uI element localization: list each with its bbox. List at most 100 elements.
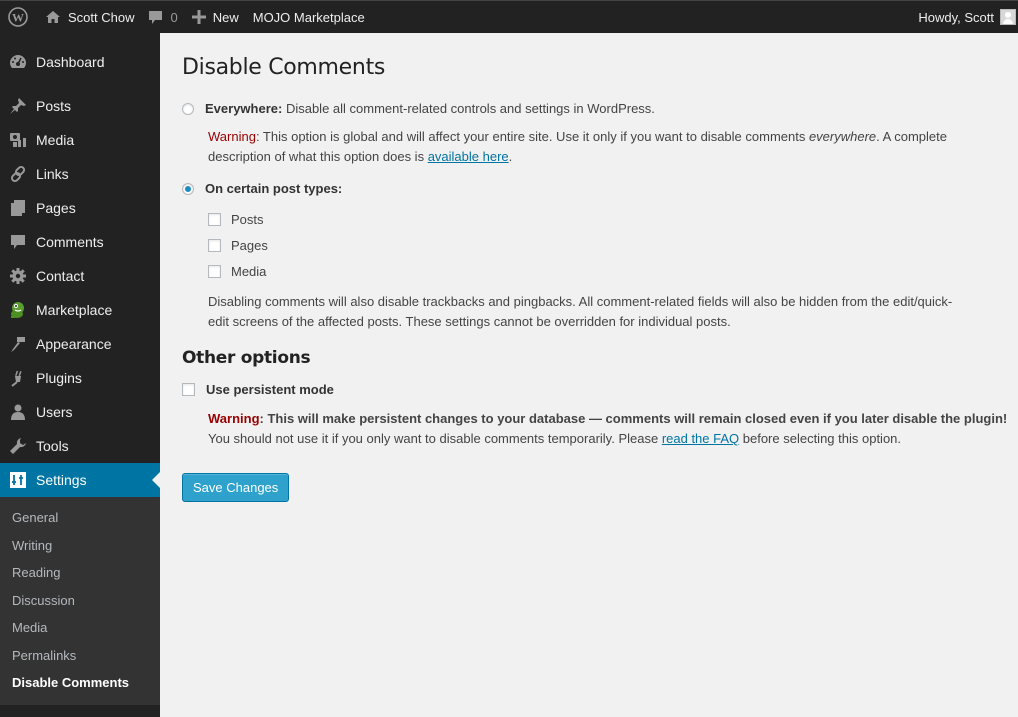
persistent-mode-label-text: Use persistent mode: [206, 382, 334, 397]
settings-icon: [0, 471, 36, 489]
media-checkbox[interactable]: [208, 264, 221, 278]
warning-bold-text: : This will make persistent changes to y…: [259, 411, 1008, 426]
site-name: Scott Chow: [68, 9, 135, 25]
pin-icon: [0, 97, 36, 115]
everywhere-label-text: Disable all comment-related controls and…: [282, 101, 655, 116]
mojo-marketplace-link[interactable]: MOJO Marketplace: [246, 1, 372, 33]
link-icon: [0, 165, 36, 183]
sidebar-item-label: Links: [36, 166, 69, 182]
comments-link[interactable]: 0: [141, 1, 184, 33]
wrench-icon: [0, 437, 36, 455]
sidebar-item-comments[interactable]: Comments: [0, 225, 160, 259]
everywhere-option: Everywhere: Disable all comment-related …: [182, 101, 1002, 116]
new-content-link[interactable]: New: [185, 1, 246, 33]
user-icon: [0, 403, 36, 421]
persistent-mode-checkbox[interactable]: [182, 383, 195, 396]
sidebar-item-marketplace[interactable]: Marketplace: [0, 293, 160, 327]
post-types-list: Posts Pages Media: [208, 206, 1002, 284]
sidebar-item-links[interactable]: Links: [0, 157, 160, 191]
admin-menu: Dashboard Posts Media Links Pages Commen…: [0, 45, 160, 497]
sidebar-item-label: Comments: [36, 234, 104, 250]
everywhere-warning: Warning: This option is global and will …: [208, 127, 1002, 167]
submenu-item-reading[interactable]: Reading: [0, 559, 160, 587]
sidebar-item-tools[interactable]: Tools: [0, 429, 160, 463]
sidebar-item-settings[interactable]: Settings: [0, 463, 160, 497]
certain-types-radio[interactable]: [182, 182, 194, 195]
other-options-heading: Other options: [182, 348, 311, 368]
svg-text:W: W: [12, 11, 24, 25]
comment-count: 0: [170, 9, 178, 25]
persistent-warning: Warning: This will make persistent chang…: [208, 409, 1008, 449]
plug-icon: [0, 369, 36, 387]
available-here-link[interactable]: available here: [428, 149, 509, 164]
posts-label[interactable]: Posts: [231, 212, 264, 227]
warning-text: You should not use it if you only want t…: [208, 431, 662, 446]
submenu-item-disable-comments[interactable]: Disable Comments: [0, 669, 160, 697]
warning-text: before selecting this option.: [739, 431, 902, 446]
site-name-link[interactable]: Scott Chow: [38, 1, 141, 33]
everywhere-radio[interactable]: [182, 102, 194, 115]
page-title: Disable Comments: [182, 55, 386, 80]
sidebar-item-label: Plugins: [36, 370, 82, 386]
save-changes-button[interactable]: Save Changes: [182, 473, 290, 502]
wordpress-logo-icon: W: [8, 7, 28, 27]
post-type-posts: Posts: [208, 206, 1002, 232]
submenu-item-permalinks[interactable]: Permalinks: [0, 642, 160, 670]
submenu-item-general[interactable]: General: [0, 504, 160, 532]
sidebar-item-plugins[interactable]: Plugins: [0, 361, 160, 395]
sidebar-item-dashboard[interactable]: Dashboard: [0, 45, 160, 79]
warning-emphasis: everywhere: [808, 129, 877, 144]
sidebar-item-media[interactable]: Media: [0, 123, 160, 157]
my-account-link[interactable]: Howdy, Scott: [911, 1, 1018, 33]
certain-types-label-text: On certain post types:: [205, 181, 343, 196]
sidebar-item-label: Settings: [36, 472, 87, 488]
post-type-pages: Pages: [208, 232, 1002, 258]
sidebar-item-appearance[interactable]: Appearance: [0, 327, 160, 361]
posts-checkbox[interactable]: [208, 212, 221, 226]
home-icon: [45, 10, 61, 24]
sidebar-item-posts[interactable]: Posts: [0, 89, 160, 123]
brush-icon: [0, 335, 36, 353]
warning-text: .: [508, 149, 513, 164]
dashboard-icon: [0, 53, 36, 71]
post-types-note: Disabling comments will also disable tra…: [208, 294, 953, 329]
howdy-text: Howdy, Scott: [918, 9, 994, 25]
wordpress-logo-button[interactable]: W: [0, 1, 38, 33]
submenu-item-media[interactable]: Media: [0, 614, 160, 642]
sidebar-item-label: Dashboard: [36, 54, 105, 70]
sidebar-item-contact[interactable]: Contact: [0, 259, 160, 293]
admin-bar: W Scott Chow 0 New MOJO Marketplace Howd…: [0, 0, 1018, 33]
sidebar-item-label: Marketplace: [36, 302, 113, 318]
certain-types-label[interactable]: On certain post types:: [205, 181, 342, 196]
warning-label: Warning: [208, 129, 256, 144]
sidebar-item-label: Posts: [36, 98, 72, 114]
gear-icon: [0, 267, 36, 285]
read-faq-link[interactable]: read the FAQ: [662, 431, 739, 446]
sidebar-item-users[interactable]: Users: [0, 395, 160, 429]
sidebar-item-label: Contact: [36, 268, 85, 284]
media-label[interactable]: Media: [231, 264, 266, 279]
post-type-media: Media: [208, 258, 1002, 284]
new-label: New: [212, 9, 239, 25]
sidebar-item-label: Media: [36, 132, 75, 148]
sidebar-item-label: Users: [36, 404, 73, 420]
submenu-item-discussion[interactable]: Discussion: [0, 587, 160, 615]
media-icon: [0, 131, 36, 149]
mojo-mascot-icon: [0, 301, 36, 319]
submenu-item-writing[interactable]: Writing: [0, 532, 160, 560]
certain-types-option: On certain post types:: [182, 181, 1002, 196]
warning-label: Warning: [208, 411, 260, 426]
pages-label[interactable]: Pages: [231, 238, 268, 253]
sidebar-item-label: Appearance: [36, 336, 112, 352]
pages-icon: [0, 199, 36, 217]
everywhere-label[interactable]: Everywhere: Disable all comment-related …: [205, 101, 655, 116]
admin-sidebar: Dashboard Posts Media Links Pages Commen…: [0, 33, 160, 717]
pages-checkbox[interactable]: [208, 238, 221, 252]
persistent-mode-label[interactable]: Use persistent mode: [206, 382, 334, 397]
sidebar-item-label: Pages: [36, 200, 76, 216]
sidebar-item-pages[interactable]: Pages: [0, 191, 160, 225]
avatar: [1000, 9, 1016, 25]
comment-icon: [0, 233, 36, 251]
warning-text: : This option is global and will affect …: [255, 129, 809, 144]
settings-submenu: General Writing Reading Discussion Media…: [0, 497, 160, 705]
